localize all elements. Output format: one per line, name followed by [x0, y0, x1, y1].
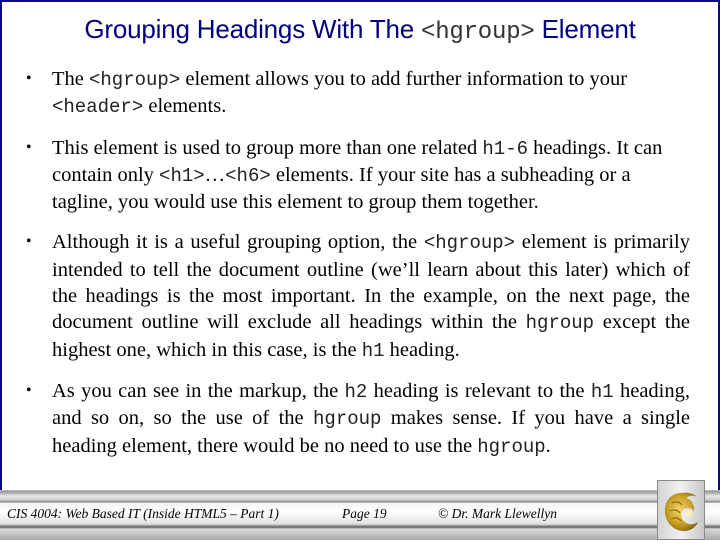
title-text-before: Grouping Headings With The	[84, 14, 421, 44]
inline-code: h1	[590, 380, 614, 403]
pegasus-logo-icon	[664, 492, 698, 531]
bullet-text: heading is relevant to the	[367, 379, 591, 402]
bullet-glyph: •	[26, 70, 32, 87]
inline-code: <h6>	[225, 164, 271, 187]
title-code: <hgroup>	[421, 19, 535, 46]
bullet-text: Although it is a useful grouping option,…	[52, 231, 424, 254]
inline-code: hgroup	[313, 408, 382, 431]
bullet-text: This element is used to group more than …	[52, 136, 483, 159]
inline-code: h1	[361, 339, 385, 362]
bullet-item: • The <hgroup> element allows you to add …	[26, 66, 690, 121]
inline-code: <hgroup>	[89, 69, 181, 91]
bullet-text: …	[204, 163, 226, 186]
inline-code: hgroup	[477, 435, 546, 458]
bullet-text: .	[545, 434, 551, 457]
inline-code: hgroup	[525, 312, 595, 335]
bullet-text: As you can see in the markup, the	[52, 379, 345, 402]
bullet-glyph: •	[26, 381, 32, 399]
bullet-text: The	[52, 68, 89, 90]
inline-code: h1-6	[482, 137, 528, 160]
slide-title: Grouping Headings With The <hgroup> Elem…	[0, 14, 720, 46]
bullet-item: • As you can see in the markup, the h2 he…	[26, 378, 690, 460]
footer-copyright: © Dr. Mark Llewellyn	[438, 506, 557, 521]
bullet-item: • This element is used to group more than…	[26, 135, 690, 216]
bullet-text: elements.	[143, 95, 227, 118]
inline-code: <hgroup>	[423, 232, 516, 255]
bullet-list: • The <hgroup> element allows you to add …	[26, 66, 690, 474]
bullet-glyph: •	[26, 233, 32, 251]
footer-course: CIS 4004: Web Based IT (Inside HTML5 – P…	[7, 506, 279, 521]
inline-code: <header>	[52, 96, 144, 119]
footer-page-number: Page 19	[342, 506, 387, 521]
bullet-text: element allows you to add further inform…	[180, 68, 628, 90]
bullet-item: • Although it is a useful grouping option…	[26, 229, 690, 363]
inline-code: h2	[344, 380, 368, 403]
bullet-glyph: •	[26, 138, 32, 156]
bullet-text: heading.	[384, 338, 460, 361]
logo-box	[657, 480, 705, 540]
inline-code: <h1>	[159, 164, 205, 187]
title-text-after: Element	[534, 14, 636, 44]
